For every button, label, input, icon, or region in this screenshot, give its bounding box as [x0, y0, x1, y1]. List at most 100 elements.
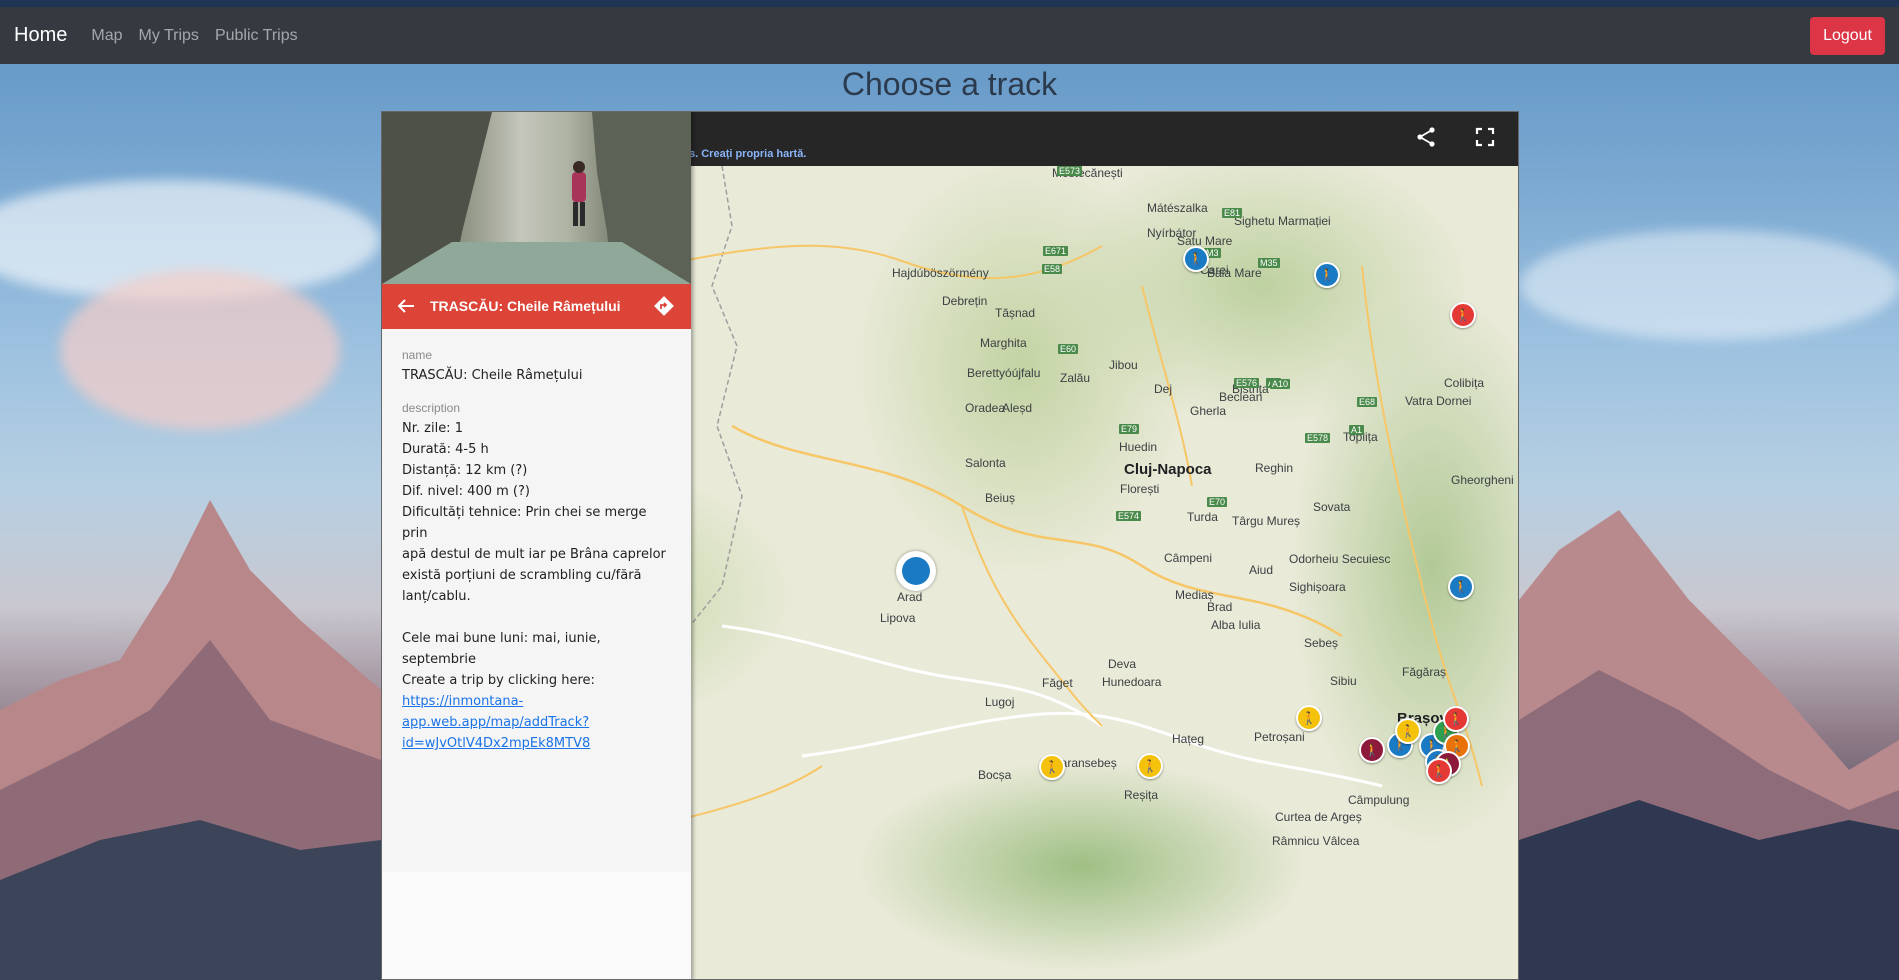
share-icon[interactable] [1414, 125, 1438, 149]
map-road-shield: E574 [1116, 511, 1142, 521]
map-place-label: Lipova [880, 611, 916, 625]
map-road-shield: A1 [1349, 425, 1365, 435]
map-road-shield: E58 [1042, 264, 1063, 274]
top-stripe [0, 0, 1899, 7]
hiking-marker-icon[interactable]: 🚶 [1450, 302, 1476, 328]
map-place-label: Lugoj [985, 695, 1015, 709]
hiking-marker-icon[interactable]: 🚶 [1448, 574, 1474, 600]
map-place-label: Câmpeni [1164, 551, 1213, 565]
description-line: apă destul de mult iar pe Brâna caprelor [402, 547, 666, 562]
fullscreen-icon[interactable] [1473, 125, 1497, 149]
map-place-label: Alba Iulia [1211, 618, 1261, 632]
track-info-panel: TRASCĂU: Cheile Râmețului name TRASCĂU: … [382, 112, 691, 979]
map-road-shield: E70 [1207, 497, 1228, 507]
description-line: Cele mai bune luni: mai, iunie, septembr… [402, 631, 601, 667]
selected-marker-icon[interactable] [896, 551, 936, 591]
description-line [402, 607, 671, 628]
hiking-marker-icon[interactable]: 🚶 [1359, 737, 1385, 763]
map-road-shield: E68 [1357, 397, 1378, 407]
name-value: TRASCĂU: Cheile Râmețului [402, 368, 583, 383]
description-text: Nr. zile: 1 Durată: 4-5 h Distanță: 12 k… [402, 418, 671, 754]
map-place-label: Debrețin [942, 294, 988, 308]
map-place-label: Cluj-Napoca [1124, 461, 1212, 478]
map-place-label: Vatra Dornei [1405, 394, 1472, 408]
panel-header-title: TRASCĂU: Cheile Râmețului [430, 298, 621, 314]
hiking-marker-icon[interactable]: 🚶 [1395, 718, 1421, 744]
map-place-label: Petroșani [1254, 730, 1305, 744]
map-place-label: Aleșd [1002, 401, 1033, 415]
hiking-marker-icon[interactable]: 🚶 [1443, 706, 1469, 732]
hiking-marker-icon[interactable]: 🚶 [1137, 753, 1163, 779]
navbar: Home Map My Trips Public Trips Logout [0, 7, 1899, 64]
directions-icon[interactable] [652, 294, 676, 318]
add-track-link[interactable]: https://inmontana- [402, 691, 671, 712]
map-road-shield: E576 [1234, 378, 1260, 388]
hiking-marker-icon[interactable]: 🚶 [1296, 705, 1322, 731]
hiking-marker-icon[interactable]: 🚶 [1314, 262, 1340, 288]
map-place-label: Câmpulung [1348, 793, 1410, 807]
panel-body: name TRASCĂU: Cheile Râmețului descripti… [382, 329, 691, 872]
nav-link-map[interactable]: Map [91, 27, 122, 45]
map-road-shield: E60 [1058, 344, 1079, 354]
map-place-label: Reșița [1124, 788, 1159, 802]
map-place-label: Sovata [1313, 500, 1351, 514]
map-road-shield: E81 [1222, 208, 1243, 218]
map-place-label: Florești [1120, 482, 1160, 496]
map-place-label: Aiud [1249, 563, 1274, 577]
description-line: lanț/cablu. [402, 589, 471, 604]
home-link[interactable]: Home [14, 24, 67, 47]
map-place-label: Huedin [1119, 440, 1158, 454]
map-road-shield: E573 [1057, 166, 1083, 176]
map-place-label: Berettyóújfalu [967, 366, 1041, 380]
map-place-label: Gherla [1190, 404, 1227, 418]
embedded-map[interactable]: s. Creați propria hartă. Mestecănești Má… [381, 111, 1519, 980]
description-label: description [402, 401, 461, 415]
map-place-label: Sighetu Marmației [1234, 214, 1331, 228]
add-track-link[interactable]: app.web.app/map/addTrack? [402, 712, 671, 733]
add-track-link[interactable]: id=wJvOtlV4Dx2mpEk8MTV8 [402, 733, 671, 754]
map-place-label: Făgăraș [1402, 665, 1447, 679]
background-mountains-left [0, 500, 381, 980]
map-place-label: Deva [1108, 657, 1137, 671]
map-place-label: Sibiu [1330, 674, 1357, 688]
map-place-label: Oradea [965, 401, 1006, 415]
map-place-label: Bocșa [978, 768, 1012, 782]
page-title: Choose a track [841, 66, 1058, 102]
create-map-link[interactable]: s. Creați propria hartă. [689, 148, 806, 160]
map-place-label: Hajdúböszörmény [892, 266, 989, 280]
map-place-label: Târgu Mureș [1232, 514, 1301, 528]
map-place-label: Mátészalka [1147, 201, 1208, 215]
background-cloud [60, 270, 340, 430]
map-place-label: Râmnicu Vâlcea [1272, 834, 1360, 848]
description-line: există porțiuni de scrambling cu/fără [402, 568, 642, 583]
map-place-label: Arad [897, 590, 923, 604]
back-arrow-icon[interactable] [394, 294, 418, 318]
map-place-label: Salonta [965, 456, 1006, 470]
map-place-label: Curtea de Argeș [1275, 810, 1362, 824]
description-line: Dificultăți tehnice: Prin chei se merge … [402, 505, 647, 541]
logout-button[interactable]: Logout [1810, 17, 1885, 55]
background-mountains-right [1519, 510, 1899, 980]
panel-empty-area [382, 872, 691, 979]
map-place-label: Tășnad [995, 306, 1036, 320]
nav-link-public-trips[interactable]: Public Trips [215, 27, 298, 45]
map-road-shield: A10 [1270, 379, 1291, 389]
background-cloud [1520, 230, 1899, 340]
description-line: Durată: 4-5 h [402, 442, 489, 457]
map-place-label: Marghita [980, 336, 1027, 350]
map-place-label: Satu Mare [1177, 234, 1233, 248]
hiking-marker-icon[interactable]: 🚶 [1183, 246, 1209, 272]
map-place-label: Brad [1207, 600, 1233, 614]
hiking-marker-icon[interactable]: 🚶 [1426, 758, 1452, 784]
panel-header: TRASCĂU: Cheile Râmețului [382, 284, 691, 329]
nav-link-my-trips[interactable]: My Trips [138, 27, 198, 45]
map-place-label: Baia Mare [1207, 266, 1262, 280]
map-place-label: Turda [1187, 510, 1218, 524]
hiking-marker-icon[interactable]: 🚶 [1039, 754, 1065, 780]
map-place-label: Dej [1154, 382, 1173, 396]
description-line: Distanță: 12 km (?) [402, 463, 528, 478]
map-road-shield: E671 [1043, 246, 1069, 256]
map-place-label: Hunedoara [1102, 675, 1162, 689]
map-place-label: Colibița [1444, 376, 1485, 390]
selected-marker-dot [902, 557, 930, 585]
